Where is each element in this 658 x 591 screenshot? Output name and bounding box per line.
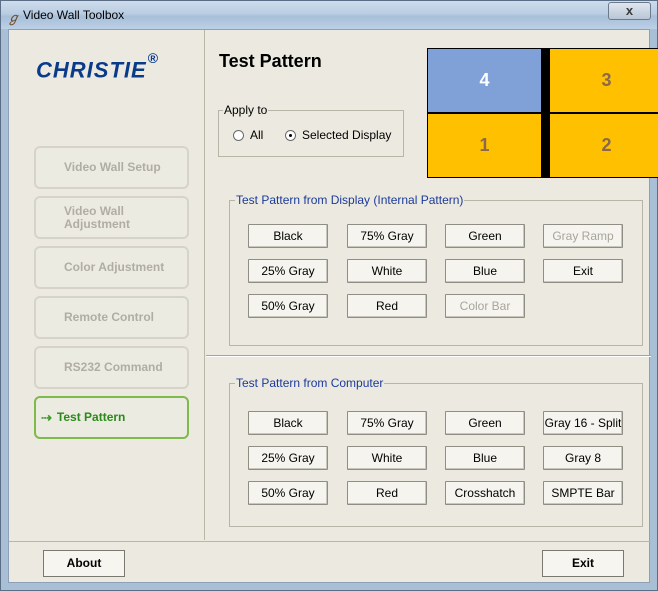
display-cell-1[interactable]: 1 (428, 114, 541, 177)
display-cell-4[interactable]: 4 (428, 49, 541, 112)
computer-crosshatch-button[interactable]: Crosshatch (445, 481, 525, 505)
app-icon: ℊ (7, 10, 21, 25)
internal-black-button[interactable]: Black (248, 224, 328, 248)
internal-50-gray-button[interactable]: 50% Gray (248, 294, 328, 318)
computer-50-gray-button[interactable]: 50% Gray (248, 481, 328, 505)
apply-to-group: Apply to All Selected Display (218, 103, 404, 157)
internal-pattern-legend: Test Pattern from Display (Internal Patt… (235, 193, 465, 207)
sidebar-item-video-wall-setup[interactable]: Video Wall Setup (34, 146, 189, 189)
exit-button[interactable]: Exit (542, 550, 624, 577)
internal-pattern-group: Test Pattern from Display (Internal Patt… (229, 193, 643, 346)
internal-green-button[interactable]: Green (445, 224, 525, 248)
computer-green-button[interactable]: Green (445, 411, 525, 435)
internal-gray-ramp-button: Gray Ramp (543, 224, 623, 248)
internal-75-gray-button[interactable]: 75% Gray (347, 224, 427, 248)
main-panel: Test Pattern Apply to All Selected Displ… (206, 30, 658, 540)
footer-bar: About Exit (9, 541, 651, 584)
computer-smpte-bar-button[interactable]: SMPTE Bar (543, 481, 623, 505)
sidebar-item-video-wall-adjustment[interactable]: Video Wall Adjustment (34, 196, 189, 239)
registered-mark: ® (147, 50, 160, 66)
apply-to-legend: Apply to (223, 103, 269, 117)
client-area: CHRISTIE® Video Wall Setup Video Wall Ad… (8, 29, 658, 584)
radio-label: Selected Display (302, 128, 392, 142)
section-divider (206, 355, 651, 357)
internal-25-gray-button[interactable]: 25% Gray (248, 259, 328, 283)
sidebar-item-label: RS232 Command (64, 360, 163, 374)
computer-pattern-group: Test Pattern from Computer Black 75% Gra… (229, 376, 643, 527)
app-window: ℊ Video Wall Toolbox x CHRISTIE® Video W… (0, 0, 658, 591)
page-title: Test Pattern (219, 51, 322, 71)
internal-blue-button[interactable]: Blue (445, 259, 525, 283)
sidebar-item-remote-control[interactable]: Remote Control (34, 296, 189, 339)
sidebar-item-color-adjustment[interactable]: Color Adjustment (34, 246, 189, 289)
computer-gray-16-split-button[interactable]: Gray 16 - Split (543, 411, 623, 435)
christie-logo: CHRISTIE® (36, 50, 159, 83)
internal-exit-button[interactable]: Exit (543, 259, 623, 283)
sidebar-item-rs232-command[interactable]: RS232 Command (34, 346, 189, 389)
radio-selected-display[interactable]: Selected Display (285, 128, 391, 142)
computer-black-button[interactable]: Black (248, 411, 328, 435)
sidebar-item-test-pattern[interactable]: ⇢ Test Pattern (34, 396, 189, 439)
sidebar-item-label: Test Pattern (56, 410, 126, 424)
display-grid: 4 3 1 2 (427, 48, 658, 178)
radio-circle-icon (233, 129, 244, 141)
display-cell-2[interactable]: 2 (550, 114, 658, 177)
sidebar-item-label: Video Wall Setup (64, 160, 161, 174)
computer-pattern-legend: Test Pattern from Computer (235, 376, 385, 390)
dotted-arrow-icon: ⇢ (41, 410, 52, 425)
sidebar: CHRISTIE® Video Wall Setup Video Wall Ad… (9, 30, 205, 540)
internal-red-button[interactable]: Red (347, 294, 427, 318)
sidebar-item-label: Remote Control (64, 310, 154, 324)
window-title: Video Wall Toolbox (23, 8, 125, 22)
close-button[interactable]: x (608, 2, 651, 20)
sidebar-item-label: Video Wall Adjustment (64, 203, 130, 231)
about-button[interactable]: About (43, 550, 125, 577)
computer-red-button[interactable]: Red (347, 481, 427, 505)
radio-circle-icon (285, 129, 296, 141)
computer-gray-8-button[interactable]: Gray 8 (543, 446, 623, 470)
radio-label: All (250, 128, 264, 142)
computer-white-button[interactable]: White (347, 446, 427, 470)
internal-color-bar-button: Color Bar (445, 294, 525, 318)
display-cell-3[interactable]: 3 (550, 49, 658, 112)
title-bar[interactable]: ℊ Video Wall Toolbox x (1, 1, 657, 29)
sidebar-item-label: Color Adjustment (64, 260, 165, 274)
computer-25-gray-button[interactable]: 25% Gray (248, 446, 328, 470)
computer-75-gray-button[interactable]: 75% Gray (347, 411, 427, 435)
internal-white-button[interactable]: White (347, 259, 427, 283)
computer-blue-button[interactable]: Blue (445, 446, 525, 470)
radio-all[interactable]: All (233, 128, 263, 142)
logo-text: CHRISTIE (36, 57, 147, 83)
